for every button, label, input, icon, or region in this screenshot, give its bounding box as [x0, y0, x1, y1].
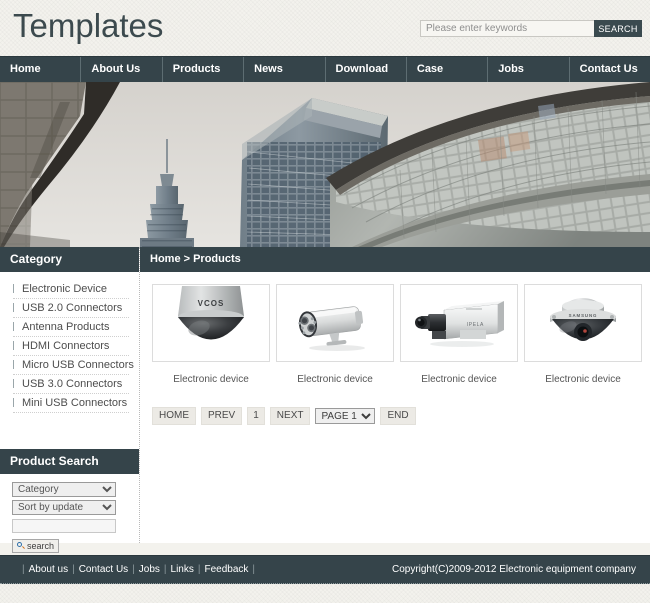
svg-text:VCOS: VCOS: [198, 299, 225, 308]
footer-links: | About us | Contact Us | Jobs | Links | Feedback…: [18, 556, 259, 583]
sidebar-item-micro-usb-connectors[interactable]: Micro USB Connectors: [13, 356, 134, 375]
sidebar-search-label: search: [27, 541, 55, 551]
sidebar-category-title: Category: [0, 247, 139, 272]
product-grid: VCOS Electronic device Electronic device…: [140, 272, 650, 385]
product-card[interactable]: SAMSUNG Electronic device: [524, 284, 642, 385]
product-thumbnail-dome-camera-samsung[interactable]: SAMSUNG: [524, 284, 642, 362]
sidebar-item-mini-usb-connectors[interactable]: Mini USB Connectors: [13, 394, 129, 413]
product-search-panel: Product Search Category Sort by update s…: [0, 449, 139, 563]
product-card[interactable]: Electronic device: [276, 284, 394, 385]
main-content: Home > Products VCOS Electronic device E…: [140, 247, 650, 543]
search-button[interactable]: SEARCH: [594, 20, 642, 37]
product-caption: Electronic device: [173, 374, 249, 385]
footer-link-jobs[interactable]: Jobs: [139, 564, 160, 575]
footer-separator: |: [197, 564, 201, 575]
product-caption: Electronic device: [297, 374, 373, 385]
search-input[interactable]: [420, 20, 594, 37]
footer-link-contact-us[interactable]: Contact Us: [79, 564, 128, 575]
site-header: Templates SEARCH: [0, 0, 650, 56]
pagination-home[interactable]: HOME: [152, 407, 196, 425]
pagination-end[interactable]: END: [380, 407, 416, 425]
product-thumbnail-box-camera-ipela[interactable]: IPELA: [400, 284, 518, 362]
nav-item-home[interactable]: Home: [0, 57, 82, 82]
product-search-form: Category Sort by update search: [0, 474, 139, 563]
footer-separator: |: [72, 564, 75, 575]
product-search-title: Product Search: [0, 449, 139, 474]
header-search: SEARCH: [420, 20, 642, 37]
category-select[interactable]: Category: [12, 482, 116, 497]
pagination-page-select[interactable]: PAGE 1: [315, 408, 376, 424]
pagination: HOME PREV 1 NEXT PAGE 1 END: [140, 385, 650, 425]
sidebar-item-antenna-products[interactable]: Antenna Products: [13, 318, 129, 337]
copyright-text: Copyright(C)2009-2012 Electronic equipme…: [391, 564, 636, 575]
content-area: Category Electronic Device USB 2.0 Conne…: [0, 247, 650, 553]
product-caption: Electronic device: [545, 374, 621, 385]
product-caption: Electronic device: [421, 374, 497, 385]
footer-link-links[interactable]: Links: [171, 564, 194, 575]
magnifier-icon: [17, 542, 25, 550]
footer-separator: |: [22, 564, 25, 575]
breadcrumb: Home > Products: [140, 247, 650, 272]
sidebar-item-usb-3-0-connectors[interactable]: USB 3.0 Connectors: [13, 375, 129, 394]
site-logo: Templates: [13, 7, 164, 44]
site-footer: | About us | Contact Us | Jobs | Links | Feedback…: [0, 555, 650, 584]
nav-item-case[interactable]: Case: [407, 57, 489, 82]
footer-separator: |: [132, 564, 135, 575]
product-card[interactable]: IPELA Electronic device: [400, 284, 518, 385]
nav-item-jobs[interactable]: Jobs: [488, 57, 570, 82]
nav-item-about-us[interactable]: About Us: [81, 57, 163, 82]
sidebar-item-usb-2-0-connectors[interactable]: USB 2.0 Connectors: [13, 299, 129, 318]
sidebar-item-hdmi-connectors[interactable]: HDMI Connectors: [13, 337, 129, 356]
sort-select[interactable]: Sort by update: [12, 500, 116, 515]
svg-text:SAMSUNG: SAMSUNG: [569, 313, 598, 318]
pagination-prev[interactable]: PREV: [201, 407, 243, 425]
footer-separator: |: [163, 564, 167, 575]
sidebar-search-button[interactable]: search: [12, 539, 60, 553]
keyword-input[interactable]: [12, 519, 116, 533]
footer-separator: |: [252, 564, 256, 575]
nav-item-download[interactable]: Download: [326, 57, 407, 82]
sidebar-item-electronic-device[interactable]: Electronic Device: [13, 280, 129, 299]
footer-link-feedback[interactable]: Feedback: [204, 564, 248, 575]
hero-banner-image: [0, 82, 650, 247]
footer-link-about-us[interactable]: About us: [29, 564, 68, 575]
pagination-next[interactable]: NEXT: [269, 407, 311, 425]
product-thumbnail-bullet-ir-camera[interactable]: [276, 284, 394, 362]
category-list: Electronic Device USB 2.0 Connectors Ant…: [0, 272, 139, 419]
nav-item-products[interactable]: Products: [163, 57, 245, 82]
pagination-page-1[interactable]: 1: [247, 407, 265, 425]
nav-item-news[interactable]: News: [244, 57, 326, 82]
main-navigation: Home About Us Products News Download Cas…: [0, 56, 650, 82]
svg-text:IPELA: IPELA: [467, 322, 484, 328]
nav-item-contact-us[interactable]: Contact Us: [570, 57, 650, 82]
product-card[interactable]: VCOS Electronic device: [152, 284, 270, 385]
sidebar: Category Electronic Device USB 2.0 Conne…: [0, 247, 140, 553]
page-root: Templates SEARCH Home About Us Products …: [0, 0, 650, 603]
product-thumbnail-dome-camera-vcos[interactable]: VCOS: [152, 284, 270, 362]
